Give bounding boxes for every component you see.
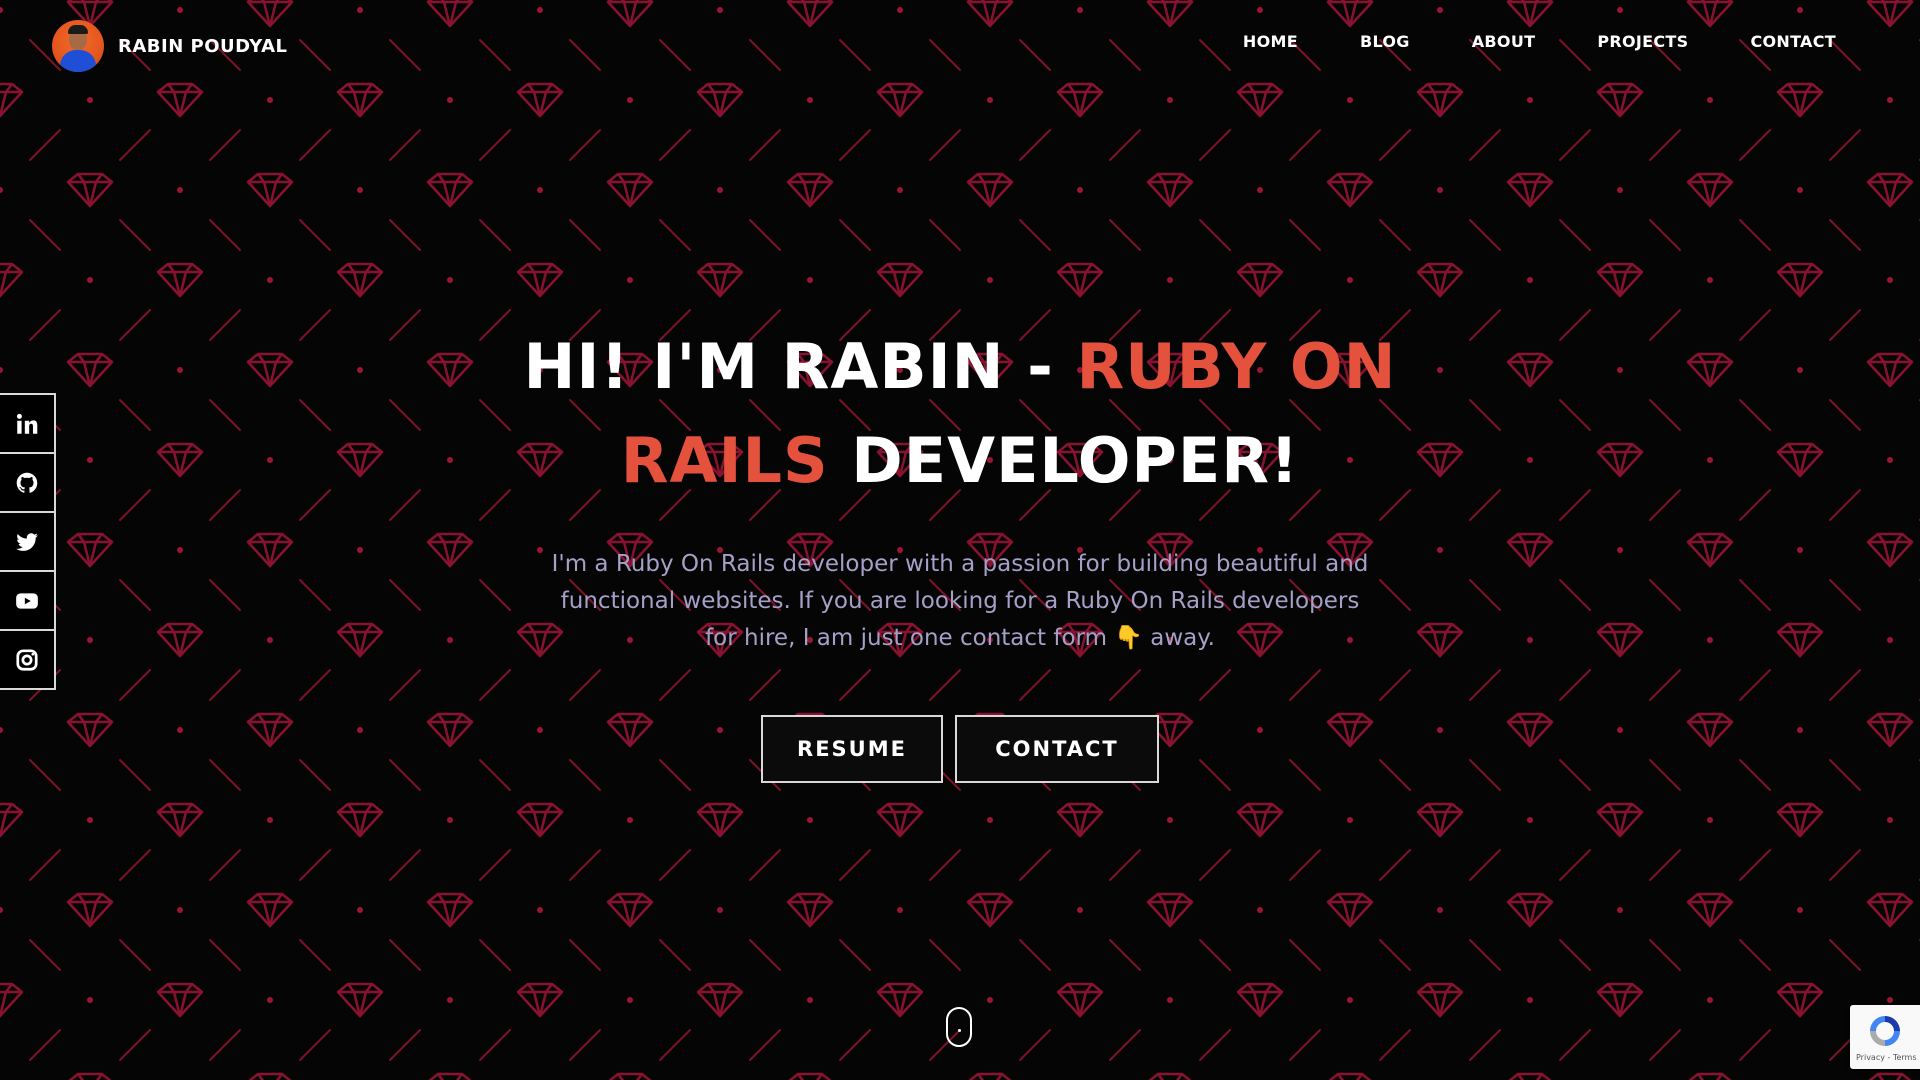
avatar <box>52 20 104 72</box>
brand-link[interactable]: RABIN POUDYAL <box>52 20 288 72</box>
hero-description: I'm a Ruby On Rails developer with a pas… <box>551 551 1369 651</box>
hero-title-accent-1: RUBY ON <box>1076 330 1397 403</box>
page: RABIN POUDYAL HOME BLOG ABOUT PROJECTS C… <box>0 0 1920 1080</box>
hero-section: HI! I'M RABIN - RUBY ON RAILS DEVELOPER! … <box>0 320 1920 783</box>
resume-button[interactable]: RESUME <box>761 715 943 783</box>
nav-item-about[interactable]: ABOUT <box>1472 32 1536 51</box>
hero-title-accent-2: RAILS <box>620 424 829 497</box>
brand-name: RABIN POUDYAL <box>118 35 288 57</box>
contact-button[interactable]: CONTACT <box>955 715 1159 783</box>
site-header: RABIN POUDYAL HOME BLOG ABOUT PROJECTS C… <box>0 0 1920 90</box>
hero-title-intro: HI! I'M RABIN - <box>523 330 1077 403</box>
nav-item-blog[interactable]: BLOG <box>1360 32 1410 51</box>
main-nav: HOME BLOG ABOUT PROJECTS CONTACT <box>1181 32 1836 51</box>
recaptcha-logo-icon <box>1870 1016 1900 1046</box>
recaptcha-terms: Privacy - Terms <box>1856 1053 1917 1062</box>
recaptcha-badge[interactable]: Privacy - Terms <box>1850 1005 1920 1069</box>
nav-item-home[interactable]: HOME <box>1243 32 1298 51</box>
hero-buttons: RESUME CONTACT <box>0 715 1920 783</box>
hero-title: HI! I'M RABIN - RUBY ON RAILS DEVELOPER! <box>510 320 1410 508</box>
nav-item-projects[interactable]: PROJECTS <box>1597 32 1688 51</box>
nav-item-contact[interactable]: CONTACT <box>1750 32 1836 51</box>
scroll-wheel <box>958 1029 961 1032</box>
hero-title-outro: DEVELOPER! <box>828 424 1300 497</box>
scroll-down-mouse-icon[interactable] <box>946 1007 972 1047</box>
